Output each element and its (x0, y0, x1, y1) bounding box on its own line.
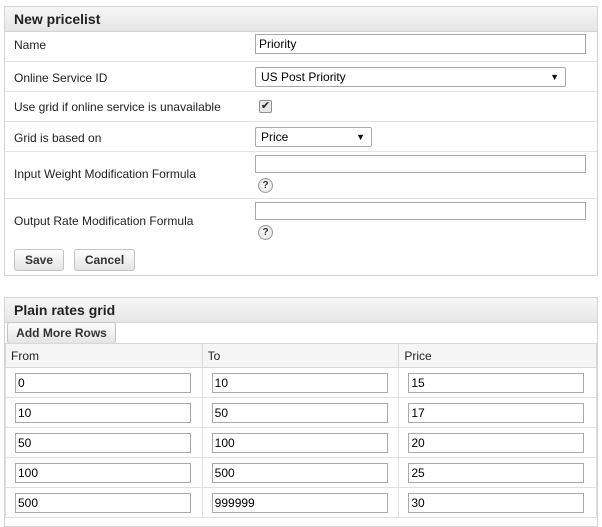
save-button[interactable]: Save (14, 249, 64, 271)
new-pricelist-panel: New pricelist Name Priority Online Servi… (4, 6, 598, 276)
price-input[interactable]: 15 (408, 372, 585, 393)
output-rate-label: Output Rate Modification Formula (14, 214, 194, 228)
chevron-down-icon: ▼ (550, 72, 559, 82)
online-service-row: Online Service ID US Post Priority ▼ (5, 62, 597, 92)
use-grid-label: Use grid if online service is unavailabl… (14, 100, 221, 114)
from-input[interactable]: 0 (15, 372, 191, 393)
panel-title: Plain rates grid (5, 298, 597, 323)
input-weight-label: Input Weight Modification Formula (14, 167, 196, 181)
plain-rates-panel: Plain rates grid Add More Rows From To P… (4, 297, 598, 527)
grid-based-label: Grid is based on (14, 131, 102, 145)
chevron-down-icon: ▼ (356, 132, 365, 142)
from-input[interactable]: 50 (15, 432, 191, 453)
column-header-from: From (5, 343, 203, 368)
grid-based-value: Price (261, 130, 289, 144)
name-row: Name Priority (5, 32, 597, 62)
cancel-button[interactable]: Cancel (74, 249, 135, 271)
panel-title: New pricelist (5, 7, 597, 32)
use-grid-row: Use grid if online service is unavailabl… (5, 92, 597, 122)
from-input[interactable]: 10 (15, 402, 191, 423)
add-more-rows-button[interactable]: Add More Rows (7, 322, 116, 344)
checkmark-icon: ✔ (260, 100, 271, 112)
price-input[interactable]: 25 (408, 462, 585, 483)
to-input[interactable]: 10 (211, 372, 388, 393)
price-input[interactable]: 30 (408, 492, 585, 513)
output-rate-field[interactable] (255, 202, 586, 220)
price-input[interactable]: 20 (408, 432, 585, 453)
from-input[interactable]: 500 (15, 492, 191, 513)
name-label: Name (14, 38, 47, 52)
to-input[interactable]: 500 (211, 462, 388, 483)
table-row: 100 500 25 (5, 457, 597, 488)
table-row: 500 999999 30 (5, 487, 597, 518)
table-row: 10 50 17 (5, 397, 597, 428)
grid-based-select[interactable]: Price ▼ (255, 127, 372, 147)
online-service-select[interactable]: US Post Priority ▼ (255, 67, 566, 87)
to-input[interactable]: 999999 (211, 492, 388, 513)
column-header-to: To (201, 343, 400, 368)
online-service-value: US Post Priority (261, 70, 346, 84)
rates-table: From To Price 0 10 15 10 50 17 50 100 20 (5, 343, 597, 518)
table-header-row: From To Price (5, 343, 597, 368)
name-input[interactable]: Priority (255, 34, 586, 54)
output-rate-row: Output Rate Modification Formula ? (5, 199, 597, 246)
help-icon[interactable]: ? (258, 178, 273, 193)
to-input[interactable]: 100 (211, 432, 388, 453)
to-input[interactable]: 50 (211, 402, 388, 423)
help-icon[interactable]: ? (258, 225, 273, 240)
use-grid-checkbox[interactable]: ✔ (259, 100, 272, 113)
column-header-price: Price (398, 343, 597, 368)
input-weight-field[interactable] (255, 155, 586, 173)
from-input[interactable]: 100 (15, 462, 191, 483)
table-row: 50 100 20 (5, 427, 597, 458)
online-service-label: Online Service ID (14, 71, 108, 85)
price-input[interactable]: 17 (408, 402, 585, 423)
grid-based-row: Grid is based on Price ▼ (5, 122, 597, 152)
table-row: 0 10 15 (5, 367, 597, 398)
input-weight-row: Input Weight Modification Formula ? (5, 152, 597, 199)
